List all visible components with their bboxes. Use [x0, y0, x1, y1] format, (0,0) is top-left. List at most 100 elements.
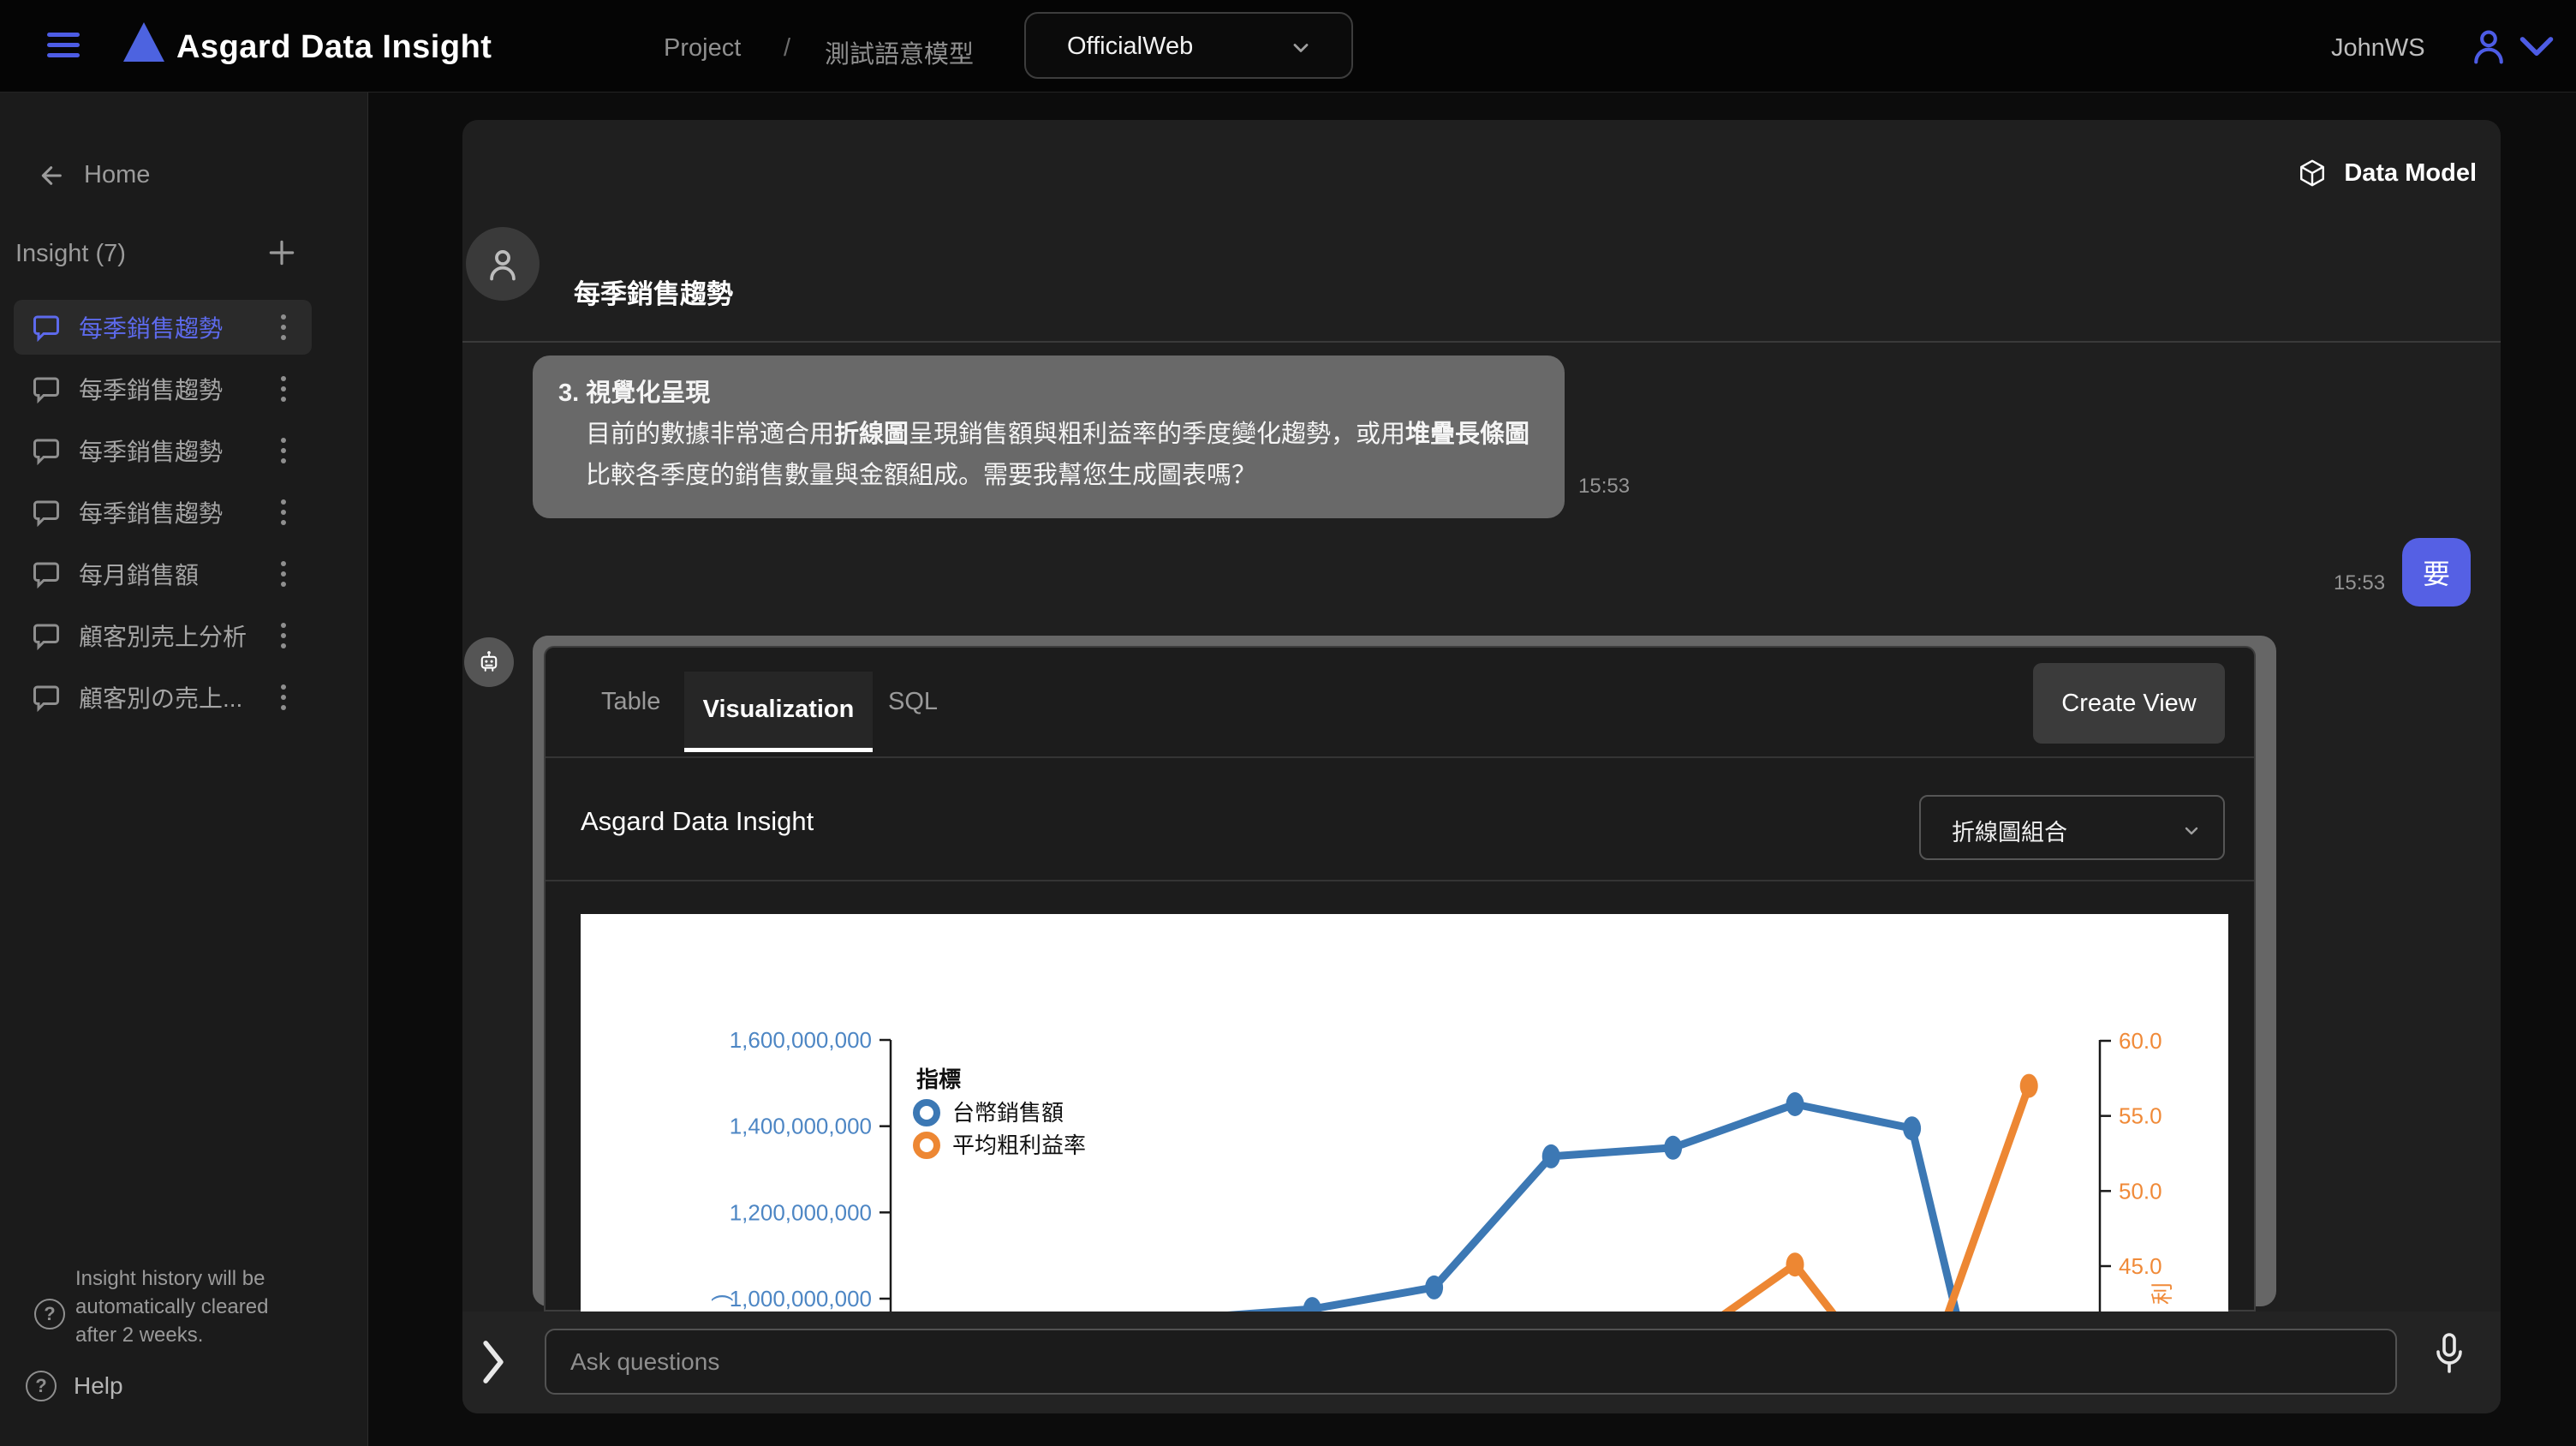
sidebar-item-insight-4[interactable]: 每季銷售趨勢	[14, 485, 312, 540]
sidebar-item-label: 顧客別売上分析	[79, 618, 281, 653]
new-insight-plus-icon[interactable]	[265, 236, 298, 269]
app-title: Asgard Data Insight	[176, 29, 492, 66]
sidebar-item-label: 顧客別の売上...	[79, 680, 281, 714]
help-button[interactable]: Help	[26, 1371, 123, 1401]
svg-text:45.0: 45.0	[2119, 1253, 2162, 1279]
app-logo-icon	[123, 22, 164, 62]
assistant-text: 呈現銷售額與粗利益率的季度變化趨勢，或用	[909, 421, 1405, 448]
kebab-menu-icon[interactable]	[281, 571, 286, 577]
back-arrow-icon	[36, 162, 69, 189]
person-icon	[481, 242, 524, 285]
svg-text:台幣銷售額: 台幣銷售額	[952, 1100, 1064, 1126]
sidebar: Home Insight (7) 每季銷售趨勢 每季銷售趨勢 每季銷售趨勢 每季…	[0, 93, 368, 1446]
kebab-menu-icon[interactable]	[281, 448, 286, 453]
chevron-down-icon	[2179, 821, 2204, 841]
chat-bubble-icon	[31, 559, 62, 589]
assistant-text-bold: 折線圖	[834, 421, 909, 448]
create-view-button[interactable]: Create View	[2033, 663, 2225, 744]
kebab-menu-icon[interactable]	[281, 386, 286, 391]
assistant-text: 目前的數據非常適合用	[586, 421, 834, 448]
user-timestamp: 15:53	[2334, 571, 2385, 595]
avatar	[466, 227, 540, 301]
user-message-bubble: 要	[2402, 538, 2471, 606]
collapse-chevron-icon[interactable]	[474, 1337, 512, 1387]
chart-type-value: 折線圖組合	[1952, 814, 2067, 847]
model-select-value: OfficialWeb	[1067, 33, 1193, 61]
sidebar-item-insight-1[interactable]: 每季銷售趨勢	[14, 300, 312, 355]
model-select[interactable]: OfficialWeb	[1024, 12, 1353, 79]
chat-header: 每季銷售趨勢	[462, 120, 2501, 343]
assistant-message-body: 目前的數據非常適合用折線圖呈現銷售額與粗利益率的季度變化趨勢，或用堆疊長條圖比較…	[586, 414, 1539, 496]
sidebar-item-label: 每月銷售額	[79, 557, 281, 591]
visualization-card: Table Visualization SQL Create View Asga…	[544, 646, 2256, 1312]
svg-text:1,200,000,000: 1,200,000,000	[730, 1199, 872, 1225]
kebab-menu-icon[interactable]	[281, 325, 286, 330]
username-label: JohnWS	[2331, 34, 2425, 63]
sidebar-item-insight-7[interactable]: 顧客別の売上...	[14, 670, 312, 725]
help-label: Help	[74, 1372, 123, 1400]
svg-text:平均粗利益率: 平均粗利益率	[952, 1132, 1086, 1158]
svg-text:1,000,000,000: 1,000,000,000	[730, 1286, 872, 1312]
sidebar-item-label: 每季銷售趨勢	[79, 495, 281, 529]
sidebar-item-insight-3[interactable]: 每季銷售趨勢	[14, 423, 312, 478]
assistant-text-bold: 堆疊長條圖	[1405, 421, 1530, 448]
back-home-label: Home	[84, 161, 150, 189]
breadcrumb-separator: /	[784, 34, 790, 63]
app-root: Asgard Data Insight Project / 測試語意模型 Off…	[0, 0, 2576, 1446]
robot-icon	[474, 648, 504, 677]
assistant-message-bubble: 3. 視覺化呈現 目前的數據非常適合用折線圖呈現銷售額與粗利益率的季度變化趨勢，…	[533, 356, 1565, 518]
kebab-menu-icon[interactable]	[281, 633, 286, 638]
chart-type-select[interactable]: 折線圖組合	[1919, 795, 2225, 860]
chat-bubble-icon	[31, 312, 62, 343]
input-bar	[462, 1312, 2501, 1413]
sidebar-item-insight-2[interactable]: 每季銷售趨勢	[14, 362, 312, 416]
messages-area[interactable]: 3. 視覺化呈現 目前的數據非常適合用折線圖呈現銷售額與粗利益率的季度變化趨勢，…	[462, 344, 2501, 1312]
svg-text:1,600,000,000: 1,600,000,000	[730, 1027, 872, 1053]
assistant-text: 比較各季度的銷售數量與金額組成。需要我幫您生成圖表嗎？	[586, 462, 1256, 489]
svg-text:55.0: 55.0	[2119, 1103, 2162, 1129]
svg-text:指標: 指標	[916, 1067, 961, 1092]
tab-sql[interactable]: SQL	[888, 648, 938, 756]
sidebar-item-label: 每季銷售趨勢	[79, 372, 281, 406]
sidebar-item-label: 每季銷售趨勢	[79, 433, 281, 468]
svg-text:60.0: 60.0	[2119, 1028, 2162, 1054]
chevron-down-icon	[1286, 36, 1315, 60]
history-note-line: after 2 weeks.	[75, 1321, 339, 1349]
line-chart-svg[interactable]: 1,600,000,000 1,400,000,000 1,200,000,000 1…	[581, 914, 2228, 1312]
history-note-line: automatically cleared	[75, 1293, 339, 1321]
hamburger-menu-icon[interactable]	[47, 33, 80, 60]
kebab-menu-icon[interactable]	[281, 510, 286, 515]
svg-text:50.0: 50.0	[2119, 1178, 2162, 1204]
sidebar-item-label: 每季銷售趨勢	[79, 310, 281, 344]
chat-bubble-icon	[31, 435, 62, 466]
assistant-timestamp: 15:53	[1578, 475, 1630, 499]
back-home-button[interactable]: Home	[36, 161, 150, 189]
svg-text:1,400,000,000: 1,400,000,000	[730, 1114, 872, 1139]
info-question-icon	[34, 1299, 65, 1329]
sidebar-item-insight-5[interactable]: 每月銷售額	[14, 547, 312, 601]
chat-bubble-icon	[31, 497, 62, 528]
kebab-menu-icon[interactable]	[281, 695, 286, 700]
ask-question-input[interactable]	[545, 1329, 2397, 1395]
tab-table[interactable]: Table	[601, 648, 660, 756]
sidebar-item-insight-6[interactable]: 顧客別売上分析	[14, 608, 312, 663]
chart-area[interactable]: 1,600,000,000 1,400,000,000 1,200,000,000 1…	[581, 914, 2228, 1312]
chat-bubble-icon	[31, 373, 62, 404]
chat-bubble-icon	[31, 620, 62, 651]
user-avatar-icon[interactable]	[2466, 24, 2511, 69]
help-question-icon	[26, 1371, 57, 1401]
chart-toolbar: Asgard Data Insight 折線圖組合	[546, 760, 2254, 881]
insight-section-header: Insight (7)	[15, 236, 353, 271]
history-note-line: Insight history will be	[75, 1264, 339, 1293]
svg-text:): )	[707, 1294, 733, 1301]
tab-visualization[interactable]: Visualization	[684, 672, 873, 752]
history-note: Insight history will be automatically cl…	[31, 1264, 339, 1349]
microphone-icon[interactable]	[2429, 1330, 2470, 1378]
top-bar: Asgard Data Insight Project / 測試語意模型 Off…	[0, 0, 2576, 93]
assistant-message-heading: 3. 視覺化呈現	[558, 373, 1539, 414]
breadcrumb-project[interactable]: Project	[664, 34, 741, 63]
chat-title: 每季銷售趨勢	[574, 272, 733, 311]
breadcrumb-page[interactable]: 測試語意模型	[825, 34, 974, 70]
chat-panel: Data Model 每季銷售趨勢 3. 視覺化呈現 目前的數據非常適合用折線圖…	[462, 120, 2501, 1413]
user-menu-chevron-icon[interactable]	[2518, 34, 2555, 60]
